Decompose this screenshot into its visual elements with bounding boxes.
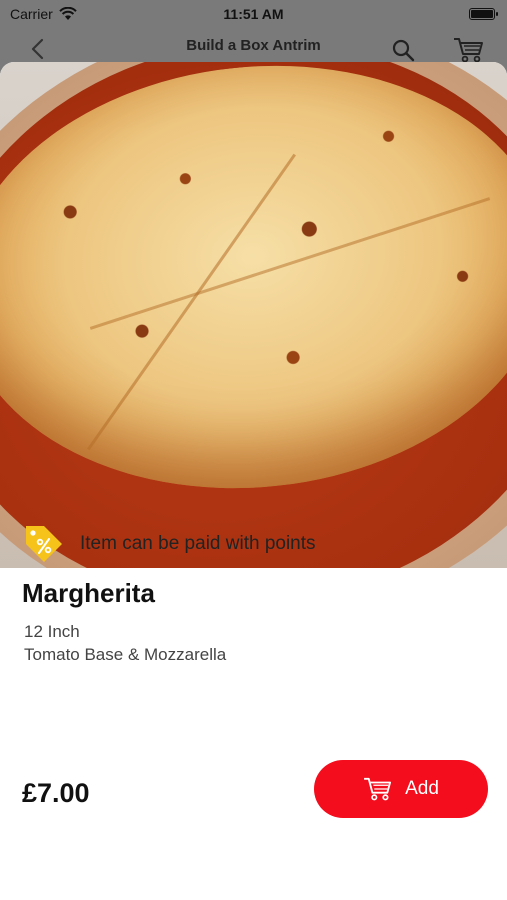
add-to-cart-button[interactable]: Add [314,760,488,818]
product-price: £7.00 [22,778,90,808]
points-text: Item can be paid with points [80,533,316,554]
product-description: 12 Inch Tomato Base & Mozzarella [24,620,226,666]
nav-title: Build a Box Antrim [186,36,321,54]
add-button-label: Add [405,778,439,799]
discount-tag-icon [26,526,62,562]
product-toppings: Tomato Base & Mozzarella [24,645,227,664]
search-icon[interactable] [391,38,415,62]
product-image [0,62,507,568]
points-notice: Item can be paid with points [22,522,316,566]
status-left: Carrier [10,6,77,22]
cart-icon[interactable] [453,36,485,64]
product-size: 12 Inch [24,622,80,641]
chevron-left-icon[interactable] [28,38,48,60]
carrier-label: Carrier [10,6,53,22]
product-name: Margherita [22,578,155,608]
wifi-icon [59,7,77,20]
cart-icon [364,777,392,801]
status-bar: Carrier 11:51 AM [0,0,507,28]
battery-icon [469,8,498,20]
